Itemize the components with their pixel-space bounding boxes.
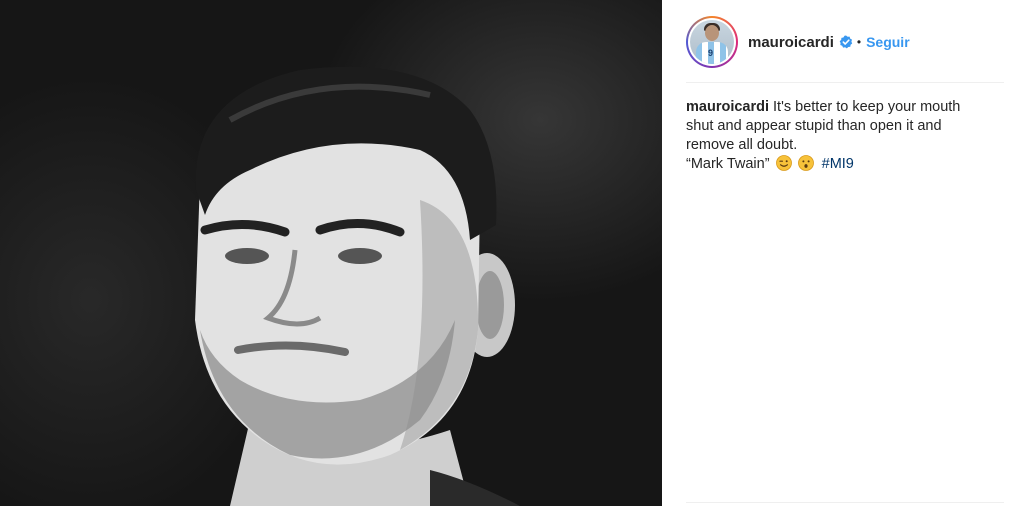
header-username[interactable]: mauroicardi <box>748 34 834 51</box>
footer-divider <box>686 502 1004 503</box>
verified-badge-icon <box>839 35 853 49</box>
winking-face-emoji-icon <box>775 155 792 171</box>
post-caption: mauroicardi It's better to keep your mou… <box>686 98 996 174</box>
caption-hashtag-link[interactable]: #MI9 <box>822 156 854 172</box>
portrait-illustration <box>195 66 520 506</box>
caption-text-line2: shut and appear stupid than open it and <box>686 118 942 134</box>
post-photo[interactable] <box>0 0 662 506</box>
avatar-image: 9 <box>690 20 734 64</box>
hushed-face-emoji-icon <box>797 155 814 171</box>
caption-username[interactable]: mauroicardi <box>686 99 769 115</box>
caption-text-line1: It's better to keep your mouth <box>773 99 961 115</box>
avatar-jersey-number: 9 <box>708 48 714 58</box>
caption-text-line3: remove all doubt. <box>686 137 798 153</box>
header-divider <box>686 82 1004 83</box>
separator-dot: • <box>856 35 862 49</box>
post-header: 9 mauroicardi • Seguir <box>686 12 1004 72</box>
follow-button[interactable]: Seguir <box>866 34 910 50</box>
avatar[interactable]: 9 <box>686 16 738 68</box>
post-side-panel: 9 mauroicardi • Seguir mauroicardi It's … <box>662 0 1024 506</box>
caption-quote: “Mark Twain” <box>686 156 770 172</box>
